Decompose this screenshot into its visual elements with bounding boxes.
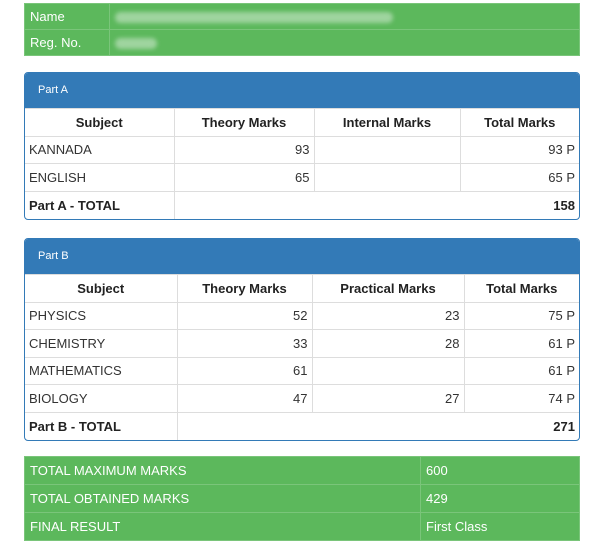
theory-cell: 47 (176, 384, 313, 413)
reg-value (109, 29, 580, 56)
table-row: BIOLOGY 47 27 74 P (25, 384, 579, 413)
col-total: Total Marks (463, 274, 579, 303)
name-value (109, 3, 580, 30)
internal-cell (313, 163, 461, 192)
subject-cell: ENGLISH (25, 163, 175, 192)
internal-cell (313, 135, 461, 164)
subject-cell: CHEMISTRY (25, 329, 178, 358)
final-result-row: FINAL RESULT First Class (24, 512, 580, 541)
max-marks-value: 600 (420, 456, 580, 485)
obtained-marks-value: 429 (420, 484, 580, 513)
col-internal: Internal Marks (313, 108, 461, 137)
subject-cell: PHYSICS (25, 301, 178, 330)
reg-label: Reg. No. (24, 29, 110, 56)
reg-row: Reg. No. (24, 29, 580, 56)
final-result-value: First Class (420, 512, 580, 541)
total-cell: 75 P (463, 301, 579, 330)
obtained-marks-label: TOTAL OBTAINED MARKS (24, 484, 421, 513)
part-b-header-row: Subject Theory Marks Practical Marks Tot… (25, 274, 579, 303)
col-theory: Theory Marks (176, 274, 313, 303)
final-result-label: FINAL RESULT (24, 512, 421, 541)
subject-cell: KANNADA (25, 135, 175, 164)
redacted-reg-number (115, 38, 157, 50)
max-marks-row: TOTAL MAXIMUM MARKS 600 (24, 456, 580, 485)
obtained-marks-row: TOTAL OBTAINED MARKS 429 (24, 484, 580, 513)
part-a-total-label: Part A - TOTAL (25, 190, 175, 219)
theory-cell: 65 (173, 163, 315, 192)
max-marks-label: TOTAL MAXIMUM MARKS (24, 456, 421, 485)
part-b-total-value: 271 (176, 411, 579, 440)
col-total: Total Marks (459, 108, 579, 137)
total-cell: 65 P (459, 163, 579, 192)
part-a-total-value: 158 (173, 190, 579, 219)
theory-cell: 33 (176, 329, 313, 358)
part-b-panel: Part B Subject Theory Marks Practical Ma… (24, 238, 580, 441)
part-a-title: Part A (25, 73, 579, 108)
part-b-title: Part B (25, 239, 579, 274)
part-a-header-row: Subject Theory Marks Internal Marks Tota… (25, 108, 579, 137)
practical-cell: 23 (311, 301, 465, 330)
name-row: Name (24, 3, 580, 30)
total-cell: 74 P (463, 384, 579, 413)
col-subject: Subject (25, 274, 178, 303)
table-row: ENGLISH 65 65 P (25, 163, 579, 192)
part-b-table: Subject Theory Marks Practical Marks Tot… (25, 274, 579, 440)
total-cell: 61 P (463, 356, 579, 385)
part-a-panel: Part A Subject Theory Marks Internal Mar… (24, 72, 580, 220)
table-row: CHEMISTRY 33 28 61 P (25, 329, 579, 358)
redacted-name (115, 12, 393, 24)
theory-cell: 52 (176, 301, 313, 330)
theory-cell: 93 (173, 135, 315, 164)
table-row: MATHEMATICS 61 61 P (25, 356, 579, 385)
practical-cell: 28 (311, 329, 465, 358)
part-a-total-row: Part A - TOTAL 158 (25, 190, 579, 219)
col-practical: Practical Marks (311, 274, 465, 303)
table-row: KANNADA 93 93 P (25, 135, 579, 164)
total-cell: 93 P (459, 135, 579, 164)
part-b-total-label: Part B - TOTAL (25, 411, 178, 440)
table-row: PHYSICS 52 23 75 P (25, 301, 579, 330)
practical-cell: 27 (311, 384, 465, 413)
part-a-table: Subject Theory Marks Internal Marks Tota… (25, 108, 579, 219)
result-summary-table: TOTAL MAXIMUM MARKS 600 TOTAL OBTAINED M… (24, 456, 580, 541)
theory-cell: 61 (176, 356, 313, 385)
name-label: Name (24, 3, 110, 30)
total-cell: 61 P (463, 329, 579, 358)
subject-cell: BIOLOGY (25, 384, 178, 413)
practical-cell (311, 356, 465, 385)
subject-cell: MATHEMATICS (25, 356, 178, 385)
col-subject: Subject (25, 108, 175, 137)
part-b-total-row: Part B - TOTAL 271 (25, 411, 579, 440)
student-info-table: Name Reg. No. (24, 3, 580, 56)
col-theory: Theory Marks (173, 108, 315, 137)
